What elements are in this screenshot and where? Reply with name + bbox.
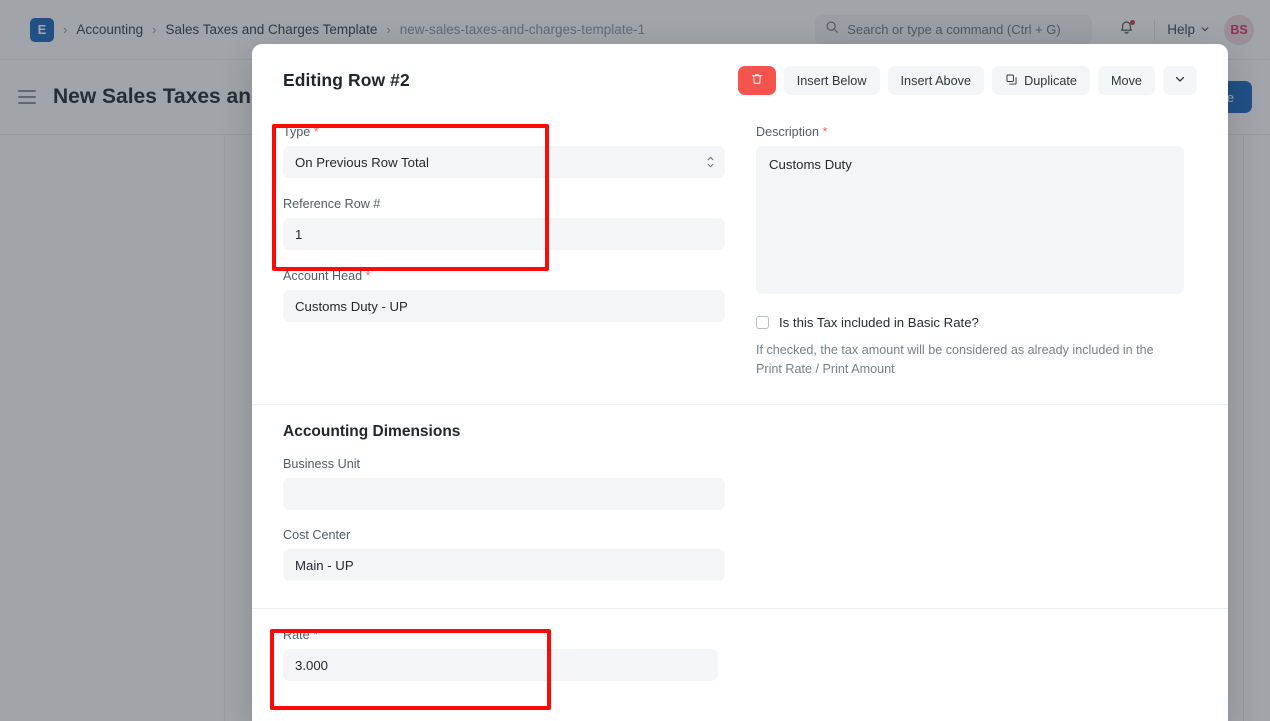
field-type: Type * On Previous Row Total bbox=[283, 117, 756, 178]
field-reference-row: Reference Row # 1 bbox=[283, 197, 756, 250]
field-cost-center-label: Cost Center bbox=[283, 528, 351, 542]
chevron-down-icon bbox=[1174, 73, 1186, 88]
delete-row-button[interactable] bbox=[737, 66, 776, 95]
tax-included-checkbox[interactable] bbox=[756, 316, 769, 329]
tax-included-label: Is this Tax included in Basic Rate? bbox=[779, 315, 979, 330]
more-actions-button[interactable] bbox=[1163, 66, 1197, 95]
required-indicator: * bbox=[310, 125, 319, 139]
business-unit-input[interactable] bbox=[283, 478, 725, 510]
field-account-head-label-text: Account Head bbox=[283, 269, 363, 283]
select-arrows-icon bbox=[707, 156, 714, 168]
accounting-dimensions-title: Accounting Dimensions bbox=[283, 423, 461, 440]
rate-input[interactable]: 3.000 bbox=[283, 649, 718, 681]
required-indicator: * bbox=[309, 628, 319, 642]
account-head-value: Customs Duty - UP bbox=[295, 298, 408, 314]
reference-row-value: 1 bbox=[295, 226, 303, 242]
modal-title: Editing Row #2 bbox=[283, 70, 410, 90]
field-rate-label-text: Rate bbox=[283, 628, 310, 642]
edit-row-modal: Editing Row #2 Insert Below Insert Above bbox=[252, 44, 1228, 721]
description-value: Customs Duty bbox=[769, 157, 852, 172]
description-textarea[interactable]: Customs Duty bbox=[756, 146, 1184, 294]
rate-value: 3.000 bbox=[295, 657, 329, 673]
required-indicator: * bbox=[819, 125, 828, 139]
form-column-right: Description * Customs Duty Is this Tax i… bbox=[756, 117, 1197, 379]
duplicate-button[interactable]: Duplicate bbox=[992, 66, 1090, 95]
cost-center-value: Main - UP bbox=[295, 557, 354, 573]
account-head-input[interactable]: Customs Duty - UP bbox=[283, 290, 725, 322]
type-select-value: On Previous Row Total bbox=[295, 154, 429, 170]
field-description: Description * Customs Duty bbox=[756, 125, 1197, 294]
field-business-unit-label: Business Unit bbox=[283, 457, 360, 471]
field-rate-label: Rate * bbox=[283, 628, 1197, 643]
insert-above-button[interactable]: Insert Above bbox=[887, 66, 985, 95]
modal-body: Type * On Previous Row Total Reference R… bbox=[252, 117, 1228, 681]
field-business-unit: Business Unit bbox=[283, 457, 1197, 510]
field-description-label: Description * bbox=[756, 125, 1197, 140]
form-grid-primary: Type * On Previous Row Total Reference R… bbox=[283, 117, 1197, 379]
rate-section: Rate * 3.000 bbox=[283, 609, 1197, 681]
insert-below-button[interactable]: Insert Below bbox=[783, 66, 880, 95]
field-account-head-label: Account Head * bbox=[283, 269, 756, 284]
reference-row-input[interactable]: 1 bbox=[283, 218, 725, 250]
type-select[interactable]: On Previous Row Total bbox=[283, 146, 725, 178]
trash-icon bbox=[750, 72, 764, 89]
field-account-head: Account Head * Customs Duty - UP bbox=[283, 269, 756, 322]
modal-action-bar: Insert Below Insert Above Duplicate Move bbox=[737, 66, 1197, 95]
tax-included-help-text: If checked, the tax amount will be consi… bbox=[756, 343, 1154, 376]
modal-header: Editing Row #2 Insert Below Insert Above bbox=[252, 44, 1228, 117]
field-tax-included[interactable]: Is this Tax included in Basic Rate? bbox=[756, 315, 1197, 330]
form-column-left: Type * On Previous Row Total Reference R… bbox=[283, 117, 756, 379]
duplicate-icon bbox=[1005, 73, 1018, 89]
field-reference-row-label: Reference Row # bbox=[283, 197, 381, 211]
field-type-label: Type * bbox=[283, 125, 756, 140]
duplicate-label: Duplicate bbox=[1024, 73, 1077, 88]
move-button[interactable]: Move bbox=[1097, 66, 1155, 95]
accounting-dimensions-section: Accounting Dimensions Business Unit Cost… bbox=[283, 405, 1197, 581]
field-type-label-text: Type bbox=[283, 125, 311, 139]
required-indicator: * bbox=[362, 269, 371, 283]
field-description-label-text: Description bbox=[756, 125, 819, 139]
field-rate: Rate * 3.000 bbox=[283, 628, 1197, 681]
field-cost-center: Cost Center Main - UP bbox=[283, 528, 1197, 581]
cost-center-input[interactable]: Main - UP bbox=[283, 549, 725, 581]
